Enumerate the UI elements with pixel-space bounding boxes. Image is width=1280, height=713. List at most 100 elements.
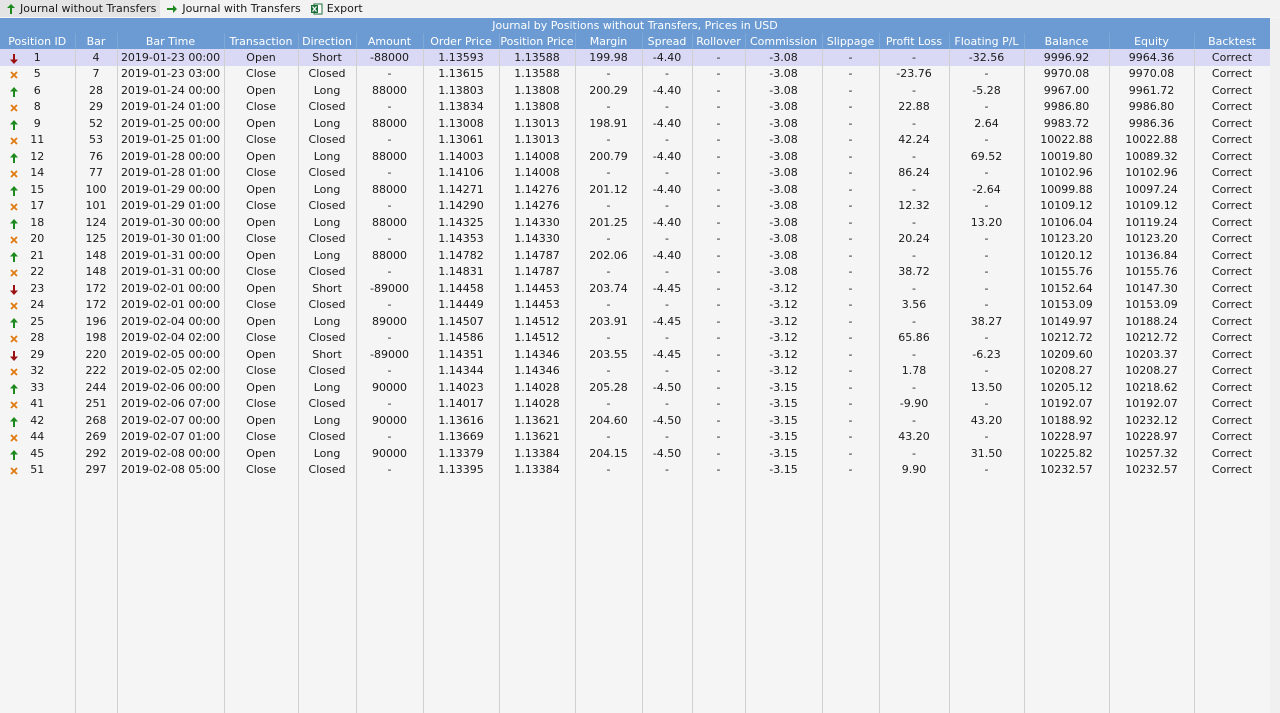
- table-row[interactable]: 22 148 2019-01-31 00:00 Close Closed -1.14831…: [0, 263, 1270, 280]
- table-row[interactable]: 15 100 2019-01-29 00:00 Open Long 88000 1.1427…: [0, 181, 1270, 198]
- table-row[interactable]: 44 269 2019-02-07 01:00 Close Closed -1.13669…: [0, 428, 1270, 445]
- cell-amount: -: [356, 197, 424, 214]
- column-header-spread[interactable]: Spread: [642, 33, 693, 49]
- cell-transaction: Open: [224, 115, 299, 132]
- table-row[interactable]: 14 77 2019-01-28 01:00 Close Closed -1.14106 1…: [0, 164, 1270, 181]
- cell-commission: -3.15: [745, 461, 823, 478]
- position-id-cell: 21: [0, 249, 74, 262]
- cell-rollover: -: [692, 395, 746, 412]
- cell-profit-loss: 43.20: [879, 428, 950, 445]
- column-header-floating-p-l[interactable]: Floating P/L: [949, 33, 1025, 49]
- position-id-value: 23: [30, 281, 45, 295]
- column-header-direction[interactable]: Direction: [298, 33, 357, 49]
- column-header-equity[interactable]: Equity: [1109, 33, 1195, 49]
- table-row[interactable]: 33 244 2019-02-06 00:00 Open Long 90000 1.1402…: [0, 379, 1270, 396]
- column-header-transaction[interactable]: Transaction: [224, 33, 299, 49]
- cell-position-id: 21: [0, 247, 76, 264]
- cell-floating-p-l: -: [949, 296, 1025, 313]
- cell-transaction: Close: [224, 329, 299, 346]
- cell-backtest: Correct: [1194, 230, 1270, 247]
- cell-floating-p-l: -: [949, 280, 1025, 297]
- column-header-amount[interactable]: Amount: [356, 33, 424, 49]
- cell-slippage: -: [822, 329, 880, 346]
- cell-rollover: -: [692, 379, 746, 396]
- table-row[interactable]: 8 29 2019-01-24 01:00 Close Closed -1.13834 1.…: [0, 98, 1270, 115]
- column-header-bar[interactable]: Bar: [75, 33, 118, 49]
- table-row[interactable]: 17 101 2019-01-29 01:00 Close Closed -1.14290…: [0, 197, 1270, 214]
- cell-position-id: 12: [0, 148, 76, 165]
- cell-rollover: -: [692, 412, 746, 429]
- column-header-position-price[interactable]: Position Price: [499, 33, 576, 49]
- cell-direction: Closed: [298, 362, 357, 379]
- cell-rollover: -: [692, 214, 746, 231]
- column-header-margin[interactable]: Margin: [575, 33, 643, 49]
- table-row[interactable]: 5 7 2019-01-23 03:00 Close Closed -1.13615 1.1…: [0, 65, 1270, 82]
- table-row[interactable]: 21 148 2019-01-31 00:00 Open Long 88000 1.1478…: [0, 247, 1270, 264]
- position-id-cell: 6: [0, 84, 74, 97]
- table-row[interactable]: 18 124 2019-01-30 00:00 Open Long 88000 1.1432…: [0, 214, 1270, 231]
- table-row[interactable]: 23 172 2019-02-01 00:00 Open Short -89000 1.14…: [0, 280, 1270, 297]
- vertical-scrollbar[interactable]: [1270, 18, 1280, 713]
- cell-margin: -: [575, 263, 643, 280]
- cell-transaction: Open: [224, 181, 299, 198]
- table-row[interactable]: 11 53 2019-01-25 01:00 Close Closed -1.13061 1…: [0, 131, 1270, 148]
- column-header-slippage[interactable]: Slippage: [822, 33, 880, 49]
- cell-bar: 198: [75, 329, 118, 346]
- column-header-commission[interactable]: Commission: [745, 33, 823, 49]
- cell-order-price: 1.14290: [423, 197, 500, 214]
- export-button[interactable]: Export: [305, 0, 367, 17]
- cell-margin: 198.91: [575, 115, 643, 132]
- cell-bar: 269: [75, 428, 118, 445]
- cell-transaction: Close: [224, 395, 299, 412]
- cell-equity: 10109.12: [1109, 197, 1195, 214]
- journal-with-transfers-button[interactable]: Journal with Transfers: [160, 0, 304, 17]
- cell-amount: 89000: [356, 313, 424, 330]
- close-x-icon: [10, 203, 18, 211]
- cell-spread: -: [642, 65, 693, 82]
- table-row[interactable]: 41 251 2019-02-06 07:00 Close Closed -1.14017…: [0, 395, 1270, 412]
- cell-bar: 77: [75, 164, 118, 181]
- table-row[interactable]: 25 196 2019-02-04 00:00 Open Long 89000 1.1450…: [0, 313, 1270, 330]
- cell-margin: -: [575, 395, 643, 412]
- cell-floating-p-l: -: [949, 395, 1025, 412]
- cell-position-price: 1.14330: [499, 230, 576, 247]
- column-header-position-id[interactable]: Position ID: [0, 33, 76, 49]
- column-header-order-price[interactable]: Order Price: [423, 33, 500, 49]
- column-header-bar-time[interactable]: Bar Time: [117, 33, 225, 49]
- cell-commission: -3.12: [745, 280, 823, 297]
- table-row[interactable]: 42 268 2019-02-07 00:00 Open Long 90000 1.1361…: [0, 412, 1270, 429]
- column-header-balance[interactable]: Balance: [1024, 33, 1110, 49]
- cell-profit-loss: 22.88: [879, 98, 950, 115]
- cell-bar-time: 2019-01-29 01:00: [117, 197, 225, 214]
- table-row[interactable]: 45 292 2019-02-08 00:00 Open Long 90000 1.1337…: [0, 445, 1270, 462]
- column-header-profit-loss[interactable]: Profit Loss: [879, 33, 950, 49]
- cell-bar-time: 2019-02-08 05:00: [117, 461, 225, 478]
- table-row[interactable]: 24 172 2019-02-01 00:00 Close Closed -1.14449…: [0, 296, 1270, 313]
- cell-commission: -3.15: [745, 379, 823, 396]
- cell-balance: 10102.96: [1024, 164, 1110, 181]
- journal-without-transfers-button[interactable]: Journal without Transfers: [0, 0, 161, 17]
- cell-amount: -: [356, 395, 424, 412]
- table-row[interactable]: 9 52 2019-01-25 00:00 Open Long 88000 1.13008 1…: [0, 115, 1270, 132]
- cell-equity: 10257.32: [1109, 445, 1195, 462]
- column-header-backtest[interactable]: Backtest: [1194, 33, 1270, 49]
- table-row[interactable]: 12 76 2019-01-28 00:00 Open Long 88000 1.14003…: [0, 148, 1270, 165]
- table-row[interactable]: 1 4 2019-01-23 00:00 Open Short -88000 1.13593…: [0, 49, 1270, 66]
- column-header-rollover[interactable]: Rollover: [692, 33, 746, 49]
- cell-position-id: 45: [0, 445, 76, 462]
- table-row[interactable]: 20 125 2019-01-30 01:00 Close Closed -1.14353…: [0, 230, 1270, 247]
- cell-profit-loss: 38.72: [879, 263, 950, 280]
- position-id-value: 42: [30, 413, 45, 427]
- cell-balance: 10153.09: [1024, 296, 1110, 313]
- cell-backtest: Correct: [1194, 131, 1270, 148]
- cell-floating-p-l: -5.28: [949, 82, 1025, 99]
- empty-cell: [1024, 478, 1110, 713]
- table-row[interactable]: 28 198 2019-02-04 02:00 Close Closed -1.14586…: [0, 329, 1270, 346]
- table-row[interactable]: 6 28 2019-01-24 00:00 Open Long 88000 1.13803 1…: [0, 82, 1270, 99]
- position-id-cell: 15: [0, 183, 74, 196]
- table-row[interactable]: 51 297 2019-02-08 05:00 Close Closed -1.13395…: [0, 461, 1270, 478]
- cell-floating-p-l: -: [949, 98, 1025, 115]
- table-row[interactable]: 29 220 2019-02-05 00:00 Open Short -89000 1.14…: [0, 346, 1270, 363]
- table-row[interactable]: 32 222 2019-02-05 02:00 Close Closed -1.14344…: [0, 362, 1270, 379]
- cell-position-id: 41: [0, 395, 76, 412]
